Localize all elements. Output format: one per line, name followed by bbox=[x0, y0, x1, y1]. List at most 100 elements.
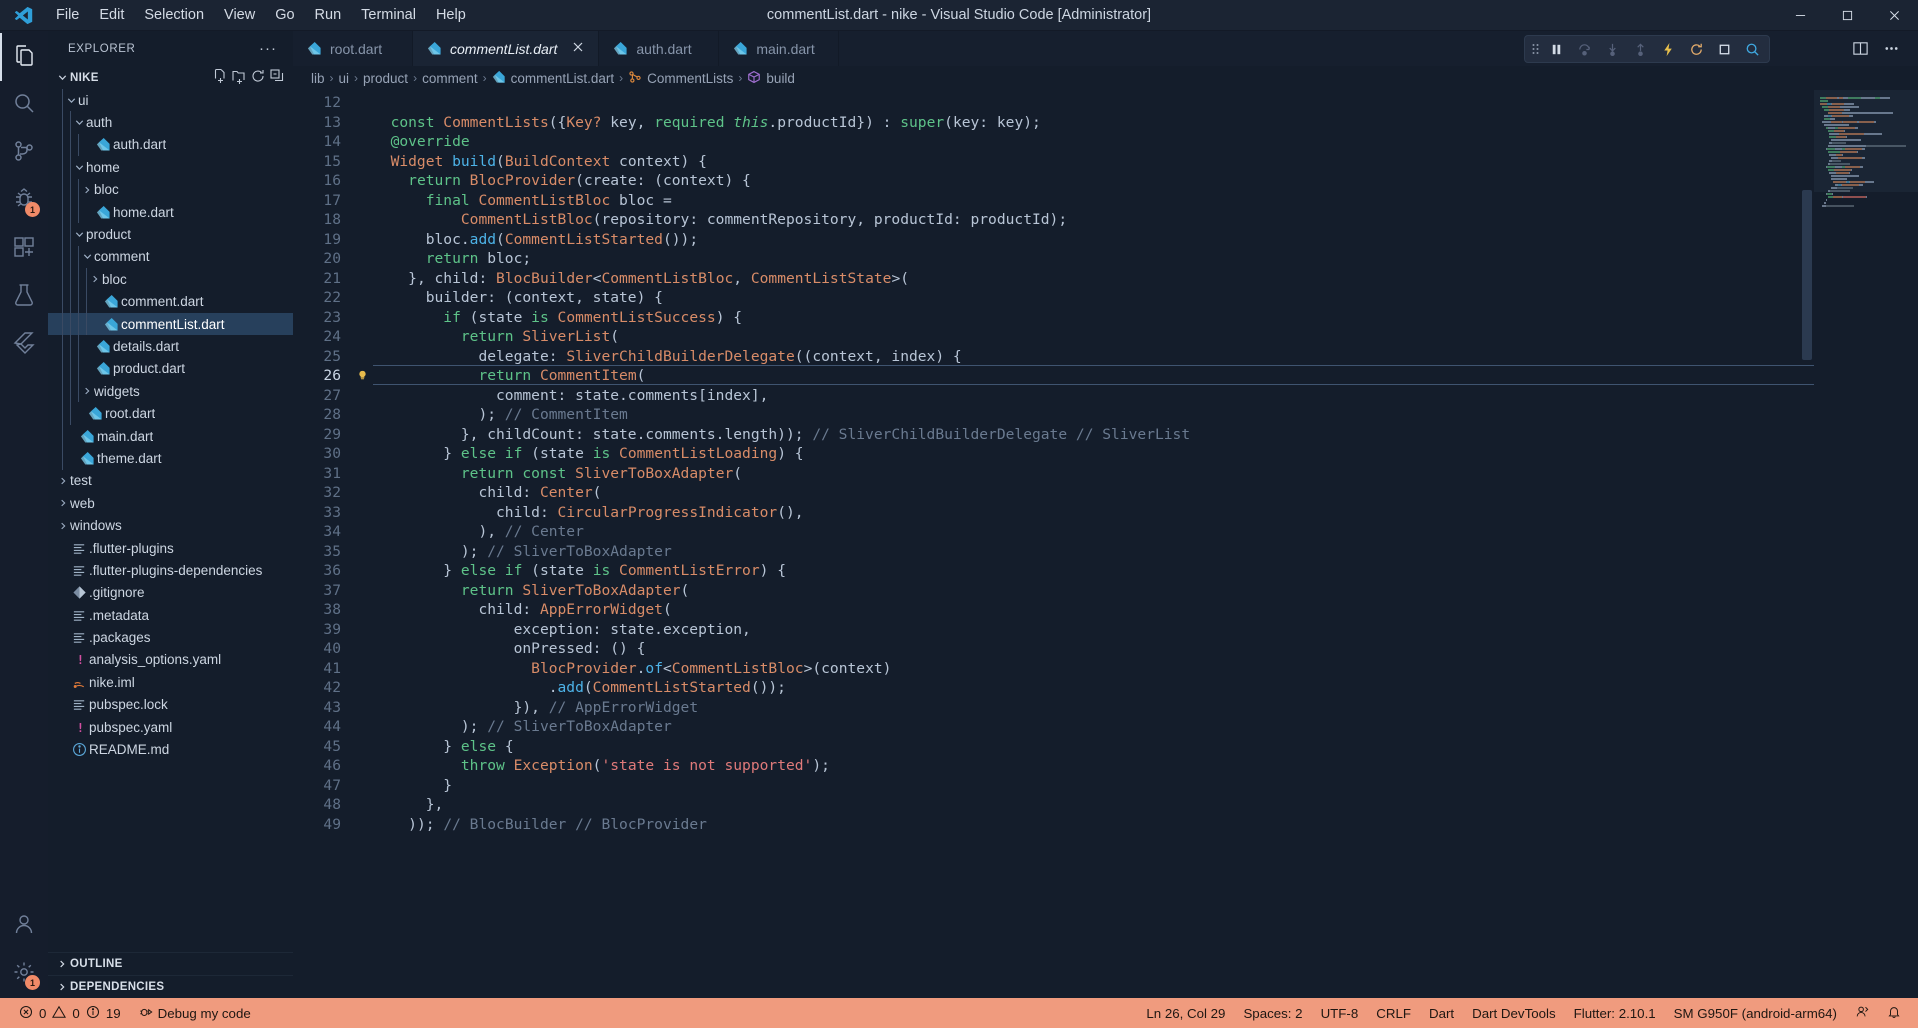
tree-file-pubspec.lock[interactable]: pubspec.lock bbox=[48, 694, 293, 716]
code-line[interactable]: ); // SliverToBoxAdapter bbox=[373, 717, 1814, 737]
code-line[interactable]: const CommentLists({Key? key, required t… bbox=[373, 113, 1814, 133]
tree-file-product.dart[interactable]: product.dart bbox=[48, 357, 293, 381]
hot-restart-button[interactable] bbox=[1683, 37, 1709, 61]
breadcrumb-item-product[interactable]: product bbox=[363, 71, 408, 86]
editor-scrollbar[interactable] bbox=[1800, 90, 1814, 998]
status-indentation[interactable]: Spaces: 2 bbox=[1234, 998, 1311, 1028]
code-line[interactable]: return CommentItem( bbox=[373, 366, 1814, 386]
explorer-root-section[interactable]: NIKE bbox=[48, 66, 293, 89]
code-line[interactable]: } bbox=[373, 776, 1814, 796]
hot-reload-button[interactable] bbox=[1655, 37, 1681, 61]
code-line[interactable]: }, childCount: state.comments.length)); … bbox=[373, 425, 1814, 445]
code-line[interactable]: child: AppErrorWidget( bbox=[373, 600, 1814, 620]
code-line[interactable]: builder: (context, state) { bbox=[373, 288, 1814, 308]
code-line[interactable]: CommentListBloc(repository: commentRepos… bbox=[373, 210, 1814, 230]
chevron-right-icon[interactable] bbox=[56, 521, 70, 531]
editor-tab-main.dart[interactable]: main.dart bbox=[719, 31, 840, 66]
chevron-right-icon[interactable] bbox=[80, 185, 94, 195]
step-into-button[interactable] bbox=[1599, 37, 1625, 61]
code-line[interactable]: BlocProvider.of<CommentListBloc>(context… bbox=[373, 659, 1814, 679]
status-right[interactable]: Ln 26, Col 29 Spaces: 2 UTF-8 CRLF Dart Dart … bbox=[1137, 998, 1918, 1028]
tree-folder-widgets[interactable]: widgets bbox=[48, 380, 293, 403]
tree-folder-ui[interactable]: ui bbox=[48, 89, 293, 112]
tree-file-auth.dart[interactable]: auth.dart bbox=[48, 133, 293, 157]
activity-search[interactable] bbox=[0, 81, 48, 129]
menu-view[interactable]: View bbox=[214, 3, 265, 27]
code-line[interactable]: }, bbox=[373, 795, 1814, 815]
code-line[interactable]: } else if (state is CommentListError) { bbox=[373, 561, 1814, 581]
chevron-down-icon[interactable] bbox=[72, 162, 86, 173]
activity-explorer[interactable] bbox=[0, 33, 48, 81]
minimap[interactable] bbox=[1814, 90, 1918, 998]
code-line[interactable]: child: CircularProgressIndicator(), bbox=[373, 503, 1814, 523]
new-file-icon[interactable] bbox=[212, 68, 228, 87]
sidebar-more-icon[interactable]: ··· bbox=[251, 40, 285, 57]
code-line[interactable]: delegate: SliverChildBuilderDelegate((co… bbox=[373, 347, 1814, 367]
tree-folder-bloc[interactable]: bloc bbox=[48, 178, 293, 201]
tree-file-pubspec.yaml[interactable]: ! pubspec.yaml bbox=[48, 716, 293, 738]
tree-file-details.dart[interactable]: details.dart bbox=[48, 335, 293, 358]
status-debug-session[interactable]: Debug my code bbox=[130, 998, 260, 1028]
breadcrumb-item-comment[interactable]: comment bbox=[422, 71, 478, 86]
scrollbar-thumb[interactable] bbox=[1802, 190, 1812, 360]
menu-edit[interactable]: Edit bbox=[89, 3, 134, 27]
status-encoding[interactable]: UTF-8 bbox=[1312, 998, 1368, 1028]
close-icon[interactable] bbox=[569, 40, 586, 57]
code-line[interactable]: )); // BlocBuilder // BlocProvider bbox=[373, 815, 1814, 835]
panel-outline[interactable]: OUTLINE bbox=[48, 952, 293, 975]
breadcrumb-item-commentList.dart[interactable]: commentList.dart bbox=[492, 70, 614, 87]
code-line[interactable]: comment: state.comments[index], bbox=[373, 386, 1814, 406]
code-line[interactable]: final CommentListBloc bloc = bbox=[373, 191, 1814, 211]
editor-tab-commentList.dart[interactable]: commentList.dart bbox=[413, 31, 600, 66]
lightbulb-icon[interactable] bbox=[351, 366, 373, 386]
grip-icon[interactable] bbox=[1529, 41, 1541, 57]
chevron-right-icon[interactable] bbox=[80, 386, 94, 396]
tree-file-main.dart[interactable]: main.dart bbox=[48, 424, 293, 448]
breadcrumb-item-lib[interactable]: lib bbox=[311, 71, 325, 86]
collapse-all-icon[interactable] bbox=[269, 68, 285, 87]
code-line[interactable]: Widget build(BuildContext context) { bbox=[373, 152, 1814, 172]
status-language-mode[interactable]: Dart bbox=[1420, 998, 1463, 1028]
menu-bar[interactable]: File Edit Selection View Go Run Terminal… bbox=[46, 3, 476, 27]
code-line[interactable]: exception: state.exception, bbox=[373, 620, 1814, 640]
code-line[interactable]: child: Center( bbox=[373, 483, 1814, 503]
chevron-right-icon[interactable] bbox=[56, 476, 70, 486]
tree-file-commentList.dart[interactable]: commentList.dart bbox=[48, 312, 293, 336]
devtools-search-icon[interactable] bbox=[1739, 37, 1765, 61]
debug-toolbar[interactable] bbox=[1524, 35, 1770, 63]
new-folder-icon[interactable] bbox=[231, 68, 247, 87]
breadcrumb-item-ui[interactable]: ui bbox=[339, 71, 350, 86]
tree-folder-bloc[interactable]: bloc bbox=[48, 268, 293, 291]
activity-source-control[interactable] bbox=[0, 129, 48, 177]
stop-button[interactable] bbox=[1711, 37, 1737, 61]
step-out-button[interactable] bbox=[1627, 37, 1653, 61]
code-line[interactable]: ); // CommentItem bbox=[373, 405, 1814, 425]
code-line[interactable]: if (state is CommentListSuccess) { bbox=[373, 308, 1814, 328]
tabs-holder[interactable]: root.dart commentList.dart auth.dart main.d… bbox=[293, 31, 840, 66]
code-line[interactable]: return SliverList( bbox=[373, 327, 1814, 347]
status-problems[interactable]: 0 0 19 bbox=[10, 998, 130, 1028]
code-line[interactable]: ), // Center bbox=[373, 522, 1814, 542]
tree-file-README.md[interactable]: README.md bbox=[48, 738, 293, 760]
tree-file-home.dart[interactable]: home.dart bbox=[48, 200, 293, 224]
panel-dependencies[interactable]: DEPENDENCIES bbox=[48, 975, 293, 998]
tree-file-analysis_options.yaml[interactable]: ! analysis_options.yaml bbox=[48, 649, 293, 671]
status-eol[interactable]: CRLF bbox=[1367, 998, 1420, 1028]
tree-file-.metadata[interactable]: .metadata bbox=[48, 604, 293, 626]
chevron-right-icon[interactable] bbox=[56, 498, 70, 508]
code-line[interactable] bbox=[373, 93, 1814, 113]
activity-accounts[interactable] bbox=[0, 902, 48, 950]
code-line[interactable]: }, child: BlocBuilder<CommentListBloc, C… bbox=[373, 269, 1814, 289]
tree-file-root.dart[interactable]: root.dart bbox=[48, 402, 293, 425]
chevron-down-icon[interactable] bbox=[80, 251, 94, 262]
code-line[interactable]: ); // SliverToBoxAdapter bbox=[373, 542, 1814, 562]
code-line[interactable]: bloc.add(CommentListStarted()); bbox=[373, 230, 1814, 250]
chevron-down-icon[interactable] bbox=[54, 72, 70, 83]
menu-help[interactable]: Help bbox=[426, 3, 476, 27]
activity-flutter[interactable] bbox=[0, 321, 48, 369]
tree-folder-test[interactable]: test bbox=[48, 470, 293, 492]
chevron-down-icon[interactable] bbox=[64, 95, 78, 106]
code-line[interactable]: throw Exception('state is not supported'… bbox=[373, 756, 1814, 776]
code-line[interactable]: @override bbox=[373, 132, 1814, 152]
code-editor[interactable]: 12 13 14 15 16 17 18 19 20 21 22 23 24 25 26 27 28 29 30 31… bbox=[293, 90, 1918, 998]
